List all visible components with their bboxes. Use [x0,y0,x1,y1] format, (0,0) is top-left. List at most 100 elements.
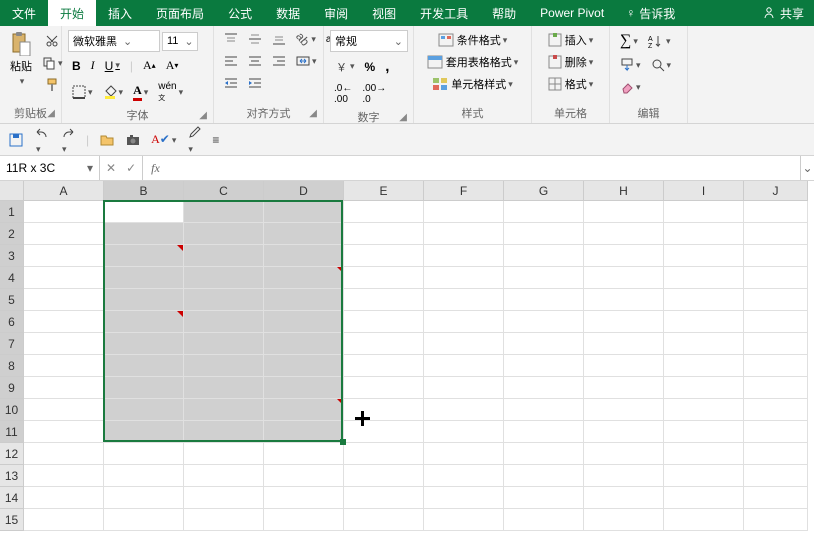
autosum-button[interactable]: ∑▾ [616,30,642,52]
row-header-9[interactable]: 9 [0,377,24,399]
save-button[interactable] [8,132,24,148]
cell-C6[interactable] [184,311,264,333]
cell-A7[interactable] [24,333,104,355]
cell-E3[interactable] [344,245,424,267]
cell-I14[interactable] [664,487,744,509]
cell-I2[interactable] [664,223,744,245]
redo-button[interactable]: ▾ [60,125,76,155]
row-header-7[interactable]: 7 [0,333,24,355]
cell-H12[interactable] [584,443,664,465]
cell-I1[interactable] [664,201,744,223]
cell-H7[interactable] [584,333,664,355]
cell-J8[interactable] [744,355,808,377]
cell-D15[interactable] [264,509,344,531]
row-header-14[interactable]: 14 [0,487,24,509]
cell-F6[interactable] [424,311,504,333]
cell-F14[interactable] [424,487,504,509]
cell-H14[interactable] [584,487,664,509]
cell-C8[interactable] [184,355,264,377]
cell-B7[interactable] [104,333,184,355]
row-header-13[interactable]: 13 [0,465,24,487]
cell-I4[interactable] [664,267,744,289]
select-all-corner[interactable] [0,181,24,201]
cell-H9[interactable] [584,377,664,399]
cell-G10[interactable] [504,399,584,421]
row-header-2[interactable]: 2 [0,223,24,245]
cell-B4[interactable] [104,267,184,289]
paste-button[interactable]: 粘贴 ▾ [6,30,36,103]
spellcheck-button[interactable]: A✔▾ [151,132,176,147]
cell-F5[interactable] [424,289,504,311]
cell-B3[interactable] [104,245,184,267]
cell-C7[interactable] [184,333,264,355]
cell-A1[interactable] [24,201,104,223]
sort-filter-button[interactable]: AZ▾ [644,32,675,50]
row-header-15[interactable]: 15 [0,509,24,531]
row-header-4[interactable]: 4 [0,267,24,289]
cell-H15[interactable] [584,509,664,531]
col-header-C[interactable]: C [184,181,264,201]
cell-E4[interactable] [344,267,424,289]
cell-G14[interactable] [504,487,584,509]
cell-E11[interactable] [344,421,424,443]
increase-indent-button[interactable] [244,74,266,92]
cell-J5[interactable] [744,289,808,311]
cancel-formula-button[interactable]: ✕ [106,161,116,175]
cell-G12[interactable] [504,443,584,465]
cell-J1[interactable] [744,201,808,223]
phonetic-button[interactable]: wén文▾ [154,79,187,105]
share-button[interactable]: 共享 [752,0,814,26]
cell-C12[interactable] [184,443,264,465]
qat-customize[interactable]: ≡ [212,133,219,147]
cell-A6[interactable] [24,311,104,333]
cell-I9[interactable] [664,377,744,399]
row-header-11[interactable]: 11 [0,421,24,443]
align-top-button[interactable] [220,30,242,48]
cell-G8[interactable] [504,355,584,377]
font-launcher[interactable]: ◢ [199,110,207,121]
col-header-E[interactable]: E [344,181,424,201]
cell-C4[interactable] [184,267,264,289]
cell-J6[interactable] [744,311,808,333]
col-header-A[interactable]: A [24,181,104,201]
row-header-5[interactable]: 5 [0,289,24,311]
align-launcher[interactable]: ◢ [309,108,317,119]
row-header-6[interactable]: 6 [0,311,24,333]
cell-H11[interactable] [584,421,664,443]
currency-button[interactable]: ￥▾ [330,58,359,76]
font-size-select[interactable]: 11⌄ [162,32,198,51]
col-header-D[interactable]: D [264,181,344,201]
col-header-G[interactable]: G [504,181,584,201]
cell-G4[interactable] [504,267,584,289]
cell-E13[interactable] [344,465,424,487]
font-color-button[interactable]: A▾ [129,81,152,103]
col-header-J[interactable]: J [744,181,808,201]
cell-B11[interactable] [104,421,184,443]
cell-A14[interactable] [24,487,104,509]
increase-font-button[interactable]: A▴ [139,56,160,75]
cell-H6[interactable] [584,311,664,333]
name-box[interactable]: 11R x 3C ▾ [0,156,100,180]
cell-B10[interactable] [104,399,184,421]
cell-A9[interactable] [24,377,104,399]
row-header-12[interactable]: 12 [0,443,24,465]
cell-F8[interactable] [424,355,504,377]
formula-bar-expand[interactable]: ⌄ [800,156,814,180]
cell-G6[interactable] [504,311,584,333]
col-header-I[interactable]: I [664,181,744,201]
cell-J10[interactable] [744,399,808,421]
cell-F10[interactable] [424,399,504,421]
cell-A10[interactable] [24,399,104,421]
eyedropper-button[interactable]: ▾ [186,125,202,155]
row-header-1[interactable]: 1 [0,201,24,223]
tab-view[interactable]: 视图 [360,0,408,26]
orientation-button[interactable]: ab▾ [292,30,320,48]
cell-B12[interactable] [104,443,184,465]
cell-D9[interactable] [264,377,344,399]
cell-H5[interactable] [584,289,664,311]
cell-D1[interactable] [264,201,344,223]
cell-A5[interactable] [24,289,104,311]
align-bottom-button[interactable] [268,30,290,48]
tab-home[interactable]: 开始 [48,0,96,26]
cell-E5[interactable] [344,289,424,311]
